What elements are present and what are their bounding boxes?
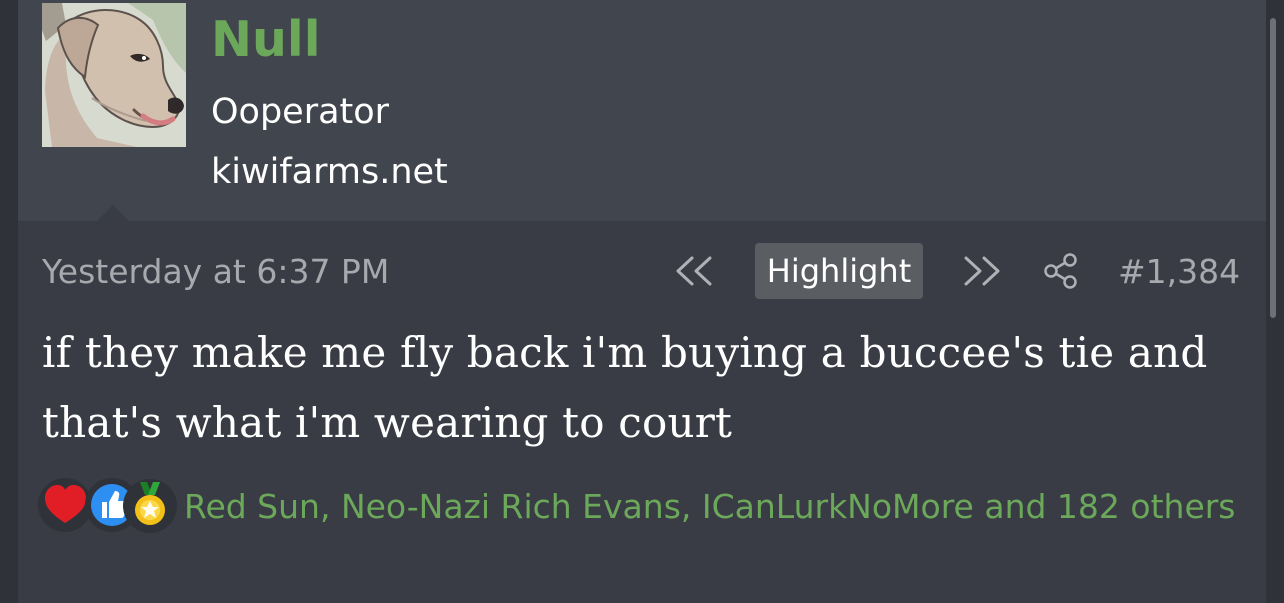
highlight-button[interactable]: Highlight: [755, 243, 923, 299]
post-date[interactable]: Yesterday at 6:37 PM: [42, 250, 389, 294]
user-avatar[interactable]: [42, 3, 186, 147]
post-number[interactable]: #1,384: [1118, 250, 1240, 294]
previous-highlight-icon[interactable]: [673, 254, 715, 288]
next-highlight-icon[interactable]: [961, 254, 1003, 288]
user-site: kiwifarms.net: [211, 152, 448, 192]
right-page-gutter: [1266, 0, 1284, 603]
reactions-summary: Red Sun, Neo-Nazi Rich Evans, ICanLurkNo…: [42, 482, 1242, 532]
left-page-gutter: [0, 0, 18, 603]
user-title: Ooperator: [211, 92, 390, 132]
dog-avatar-image: [42, 3, 186, 147]
user-panel-arrow: [96, 205, 130, 222]
user-info-panel: [18, 0, 1266, 221]
username[interactable]: Null: [211, 8, 320, 72]
reaction-users-link[interactable]: Red Sun, Neo-Nazi Rich Evans, ICanLurkNo…: [184, 487, 1236, 526]
post-body: if they make me fly back i'm buying a bu…: [42, 328, 1208, 447]
scrollbar-thumb[interactable]: [1270, 18, 1276, 318]
forum-post-screen: Null Ooperator kiwifarms.net Yesterday a…: [0, 0, 1284, 603]
share-icon[interactable]: [1043, 252, 1081, 290]
